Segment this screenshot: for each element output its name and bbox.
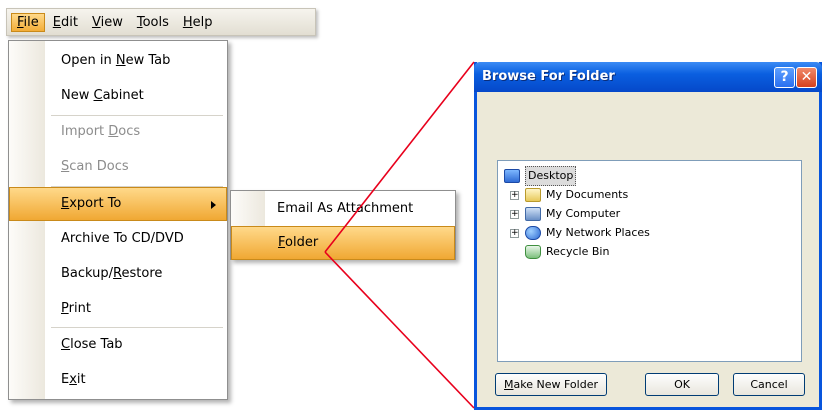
expand-icon[interactable]: + xyxy=(510,209,519,219)
menu-item-export-to[interactable]: Export To xyxy=(9,187,227,221)
desktop-icon xyxy=(504,169,520,183)
callout-line-bottom xyxy=(324,251,475,409)
question-mark-icon: ? xyxy=(780,69,789,85)
recycle-bin-icon xyxy=(525,245,541,259)
browse-for-folder-dialog: Browse For Folder ? ✕ Desktop + My Docum… xyxy=(474,62,822,410)
menu-bar: File Edit View Tools Help xyxy=(6,8,316,36)
menu-item-archive-to-cd-dvd[interactable]: Archive To CD/DVD xyxy=(9,222,227,256)
menu-item-close-tab[interactable]: Close Tab xyxy=(9,328,227,362)
menu-edit[interactable]: Edit xyxy=(47,13,84,32)
submenu-item-email-as-attachment[interactable]: Email As Attachment xyxy=(231,192,455,226)
tree-node-my-network-places[interactable]: + My Network Places xyxy=(510,224,650,242)
help-button[interactable]: ? xyxy=(774,67,795,88)
dialog-title: Browse For Folder xyxy=(482,69,615,84)
expand-icon[interactable]: + xyxy=(510,228,519,238)
menu-item-print[interactable]: Print xyxy=(9,292,227,326)
tree-node-my-documents[interactable]: + My Documents xyxy=(510,186,628,204)
export-submenu: Email As Attachment Folder xyxy=(230,190,456,260)
tree-node-recycle-bin[interactable]: Recycle Bin xyxy=(525,243,609,261)
menu-item-open-in-new-tab[interactable]: Open in New Tab xyxy=(9,44,227,78)
make-new-folder-button[interactable]: Make New Folder xyxy=(495,373,607,396)
file-menu: Open in New Tab New Cabinet Import Docs … xyxy=(8,40,228,400)
network-places-icon xyxy=(525,226,541,240)
expand-icon[interactable]: + xyxy=(510,190,519,200)
menu-item-new-cabinet[interactable]: New Cabinet xyxy=(9,79,227,113)
submenu-item-folder[interactable]: Folder xyxy=(231,226,455,260)
folder-tree[interactable]: Desktop + My Documents + My Computer + M… xyxy=(497,160,802,362)
tree-node-my-computer[interactable]: + My Computer xyxy=(510,205,620,223)
submenu-arrow-icon xyxy=(211,201,216,209)
menu-file[interactable]: File xyxy=(11,12,45,32)
cancel-button[interactable]: Cancel xyxy=(733,373,805,396)
dialog-title-bar: Browse For Folder ? ✕ xyxy=(474,62,822,92)
menu-item-backup-restore[interactable]: Backup/Restore xyxy=(9,257,227,291)
close-button[interactable]: ✕ xyxy=(796,67,817,88)
tree-node-desktop[interactable]: Desktop xyxy=(504,166,577,186)
menu-item-exit[interactable]: Exit xyxy=(9,363,227,397)
menu-tools[interactable]: Tools xyxy=(131,13,175,32)
menu-help[interactable]: Help xyxy=(177,13,219,32)
menu-item-scan-docs: Scan Docs xyxy=(61,159,129,174)
menu-item-import-docs: Import Docs xyxy=(61,124,141,139)
close-icon: ✕ xyxy=(800,69,813,85)
my-documents-icon xyxy=(525,188,541,202)
menu-view[interactable]: View xyxy=(86,13,129,32)
my-computer-icon xyxy=(525,207,541,221)
ok-button[interactable]: OK xyxy=(645,373,719,396)
